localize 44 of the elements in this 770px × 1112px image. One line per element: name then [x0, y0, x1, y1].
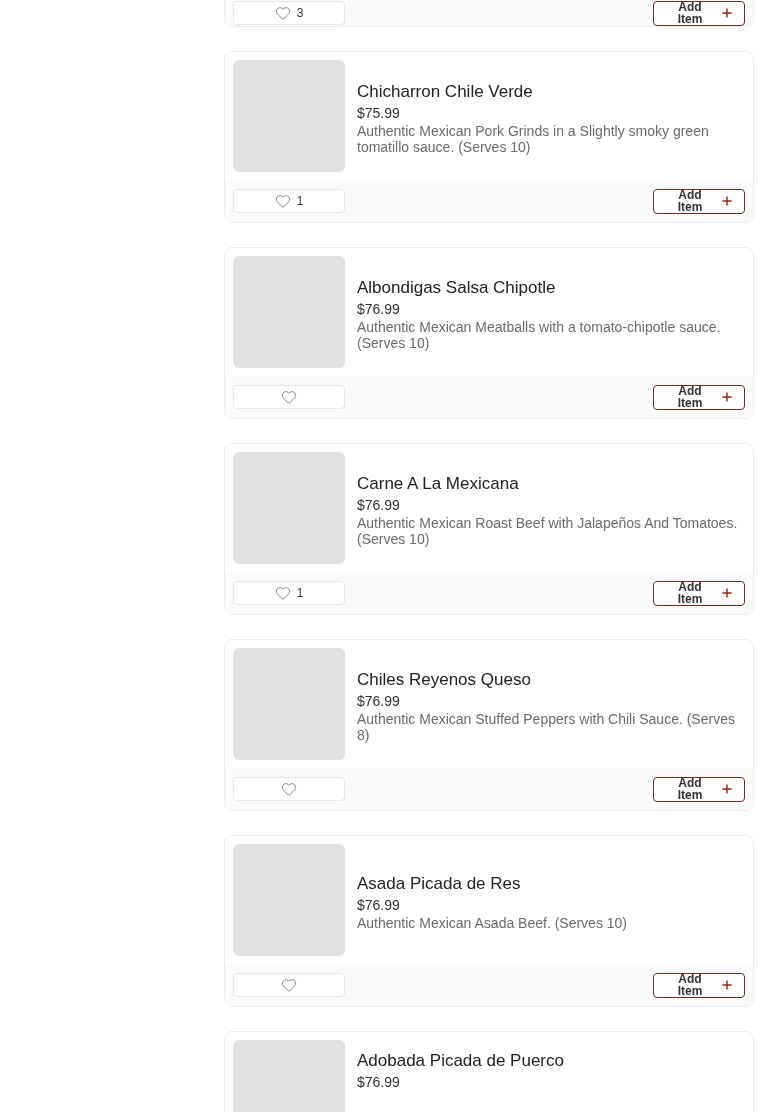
item-price: $76.99 [357, 692, 401, 711]
plus-icon [720, 586, 734, 600]
plus-icon [720, 782, 734, 796]
add-item-button[interactable]: Add Item [653, 776, 745, 802]
like-button[interactable] [233, 973, 345, 997]
add-item-button[interactable]: Add Item [653, 580, 745, 606]
plus-icon [720, 194, 734, 208]
heart-icon [274, 585, 291, 601]
heart-icon [274, 5, 291, 21]
like-count: 3 [296, 5, 304, 22]
item-name: Carne A La Mexicana [357, 473, 520, 495]
like-count: 1 [296, 585, 304, 602]
add-item-button[interactable]: Add Item [653, 0, 745, 26]
item-description: Authentic Mexican Stuffed Peppers with Chili Sauce. (Serves 8) [357, 711, 736, 743]
item-name: Asada Picada de Res [357, 873, 522, 895]
item-price: $75.99 [357, 104, 401, 123]
like-button[interactable]: 1 [233, 581, 345, 605]
plus-icon [720, 978, 734, 992]
like-button[interactable] [233, 385, 345, 409]
add-item-button[interactable]: Add Item [653, 384, 745, 410]
item-price: $76.99 [357, 1073, 401, 1092]
item-price: $76.99 [357, 300, 401, 319]
item-description: Authentic Mexican Asada Beef. (Serves 10) [357, 915, 628, 931]
item-description: Authentic Mexican Meatballs with a tomato-chipotle sauce. (Serves 10) [357, 319, 722, 351]
item-price: $76.99 [357, 896, 401, 915]
like-count: 1 [296, 193, 304, 210]
like-button[interactable]: 1 [233, 189, 345, 213]
plus-icon [720, 6, 734, 20]
like-button[interactable]: 3 [233, 1, 345, 25]
item-name: Albondigas Salsa Chipotle [357, 277, 557, 299]
item-name: Chiles Reyenos Queso [357, 669, 532, 691]
heart-icon [281, 977, 297, 993]
add-item-button[interactable]: Add Item [653, 188, 745, 214]
item-name: Chicharron Chile Verde [357, 81, 534, 103]
item-description: Authentic Mexican Roast Beef with Jalapeños And Tomatoes. (Serves 10) [357, 515, 739, 547]
heart-icon [281, 781, 297, 797]
heart-icon [274, 193, 291, 209]
item-price: $76.99 [357, 496, 401, 515]
plus-icon [720, 390, 734, 404]
heart-icon [281, 389, 297, 405]
like-button[interactable] [233, 777, 345, 801]
item-description: Authentic Mexican Pork Grinds in a Slightly smoky green tomatillo sauce. (Serves 10) [357, 123, 710, 155]
item-name: Adobada Picada de Puerco [357, 1050, 564, 1072]
add-item-button[interactable]: Add Item [653, 972, 745, 998]
